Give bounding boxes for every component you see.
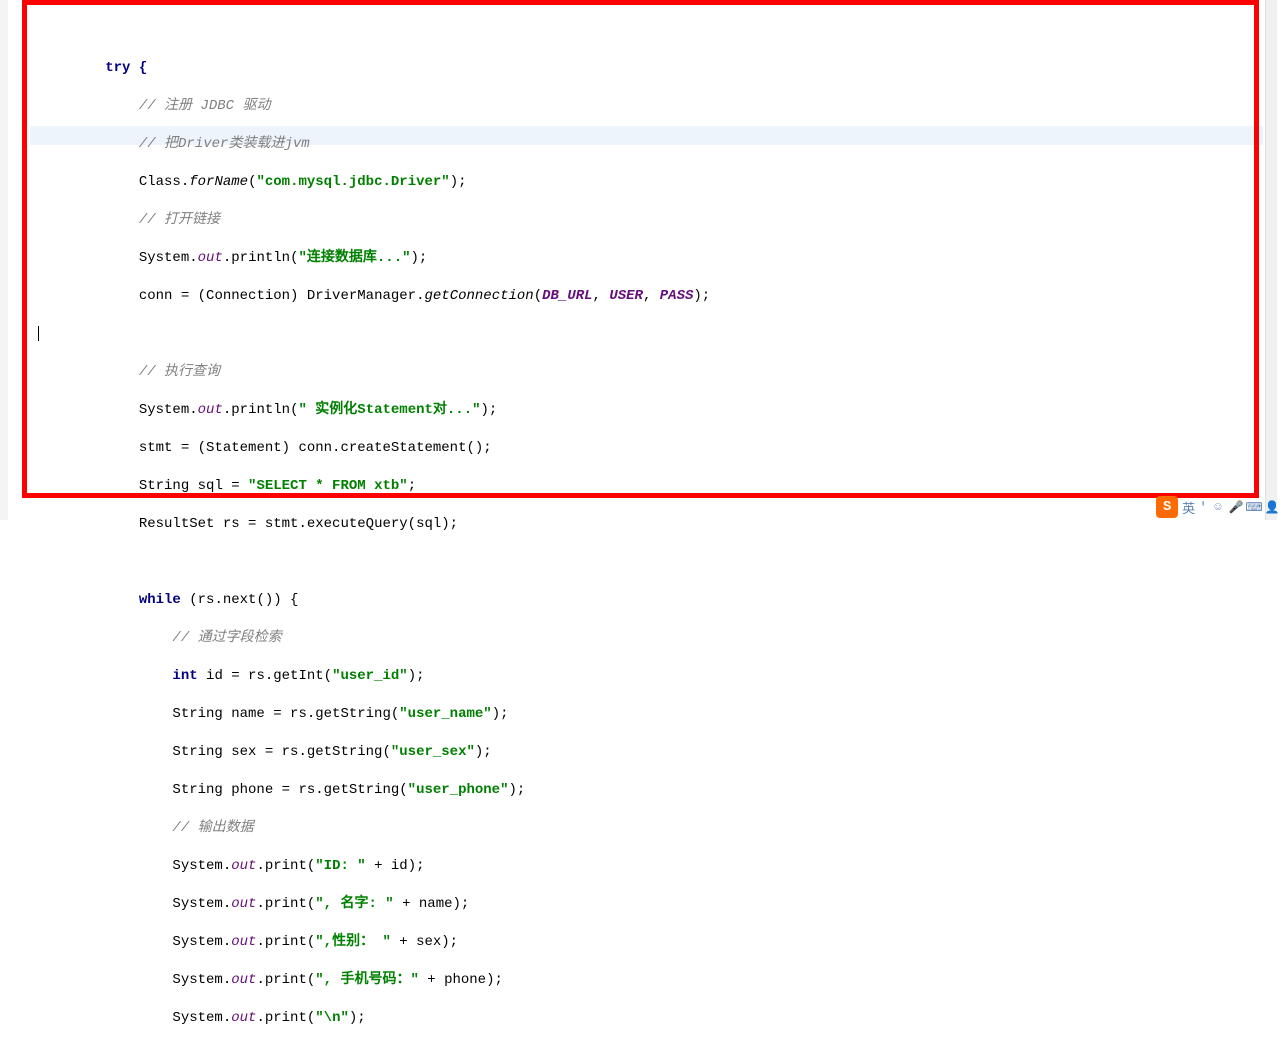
string: ",性别： " [315, 934, 391, 950]
code-text: ResultSet rs = stmt.executeQuery(sql); [139, 516, 458, 532]
code-text: System. [139, 250, 198, 266]
const: PASS [660, 288, 694, 304]
code-area[interactable]: try { // 注册 JDBC 驱动 // 把Driver类装载进jvm Cl… [0, 0, 1283, 520]
comment: // 打开链接 [139, 212, 220, 228]
code-text: ); [481, 402, 498, 418]
code-text: System. [139, 402, 198, 418]
code-text: String sql = [139, 478, 248, 494]
field-out: out [231, 1010, 256, 1026]
method: forName [189, 174, 248, 190]
string: "user_phone" [408, 782, 509, 798]
code-text: .print( [256, 896, 315, 912]
field-out: out [231, 972, 256, 988]
string: "com.mysql.jdbc.Driver" [256, 174, 449, 190]
code-text: ); [492, 706, 509, 722]
ime-toolbar[interactable]: S 英 ' ☺ 🎤 ⌨ 👤 [1152, 494, 1283, 520]
const: DB_URL [542, 288, 592, 304]
string: "连接数据库..." [298, 250, 410, 266]
code-text: , [593, 288, 610, 304]
user-icon[interactable]: 👤 [1265, 500, 1279, 514]
comment: // 把Driver类装载进jvm [139, 136, 310, 152]
keyboard-icon[interactable]: ⌨ [1247, 500, 1261, 514]
code-text: .print( [256, 1010, 315, 1026]
comment: // 通过字段检索 [172, 630, 281, 646]
string: ", 名字: " [315, 896, 393, 912]
code-text: ); [450, 174, 467, 190]
keyword-int: int [172, 668, 197, 684]
code-text: ); [509, 782, 526, 798]
code-text: Class. [139, 174, 189, 190]
code-text: stmt = (Statement) conn.createStatement(… [139, 440, 492, 456]
ime-punct-label[interactable]: ' [1199, 500, 1207, 515]
code-text: System. [172, 858, 231, 874]
code-text: ); [349, 1010, 366, 1026]
string: "SELECT * FROM xtb" [248, 478, 408, 494]
code-text: .println( [223, 250, 299, 266]
code-text: System. [172, 972, 231, 988]
code-text: ); [411, 250, 428, 266]
code-editor[interactable]: try { // 注册 JDBC 驱动 // 把Driver类装载进jvm Cl… [0, 0, 1283, 520]
code-text: + phone); [419, 972, 503, 988]
string: ", 手机号码：" [315, 972, 419, 988]
code-text: System. [172, 934, 231, 950]
code-text: .print( [256, 972, 315, 988]
code-text: .println( [223, 402, 299, 418]
ime-lang-label[interactable]: 英 [1182, 498, 1195, 517]
text-cursor [38, 326, 39, 341]
field-out: out [231, 858, 256, 874]
string: "\n" [315, 1010, 349, 1026]
string: "user_id" [332, 668, 408, 684]
code-text: conn = (Connection) DriverManager. [139, 288, 425, 304]
code-text: .print( [256, 934, 315, 950]
code-text: String name = rs.getString( [172, 706, 399, 722]
field-out: out [231, 896, 256, 912]
code-text: String sex = rs.getString( [172, 744, 390, 760]
mic-icon[interactable]: 🎤 [1229, 500, 1243, 514]
keyword-while: while [139, 592, 181, 608]
code-text: ); [693, 288, 710, 304]
code-text: System. [172, 1010, 231, 1026]
code-text: ); [408, 668, 425, 684]
string: " 实例化Statement对..." [298, 402, 480, 418]
string: "user_sex" [391, 744, 475, 760]
smiley-icon[interactable]: ☺ [1211, 500, 1225, 514]
keyword-try: try { [105, 60, 147, 76]
code-text: (rs.next()) { [181, 592, 299, 608]
field-out: out [198, 402, 223, 418]
string: "user_name" [399, 706, 491, 722]
const: USER [609, 288, 643, 304]
method: getConnection [424, 288, 533, 304]
code-text: ); [475, 744, 492, 760]
field-out: out [198, 250, 223, 266]
code-text: + sex); [391, 934, 458, 950]
code-text: String phone = rs.getString( [172, 782, 407, 798]
comment: // 输出数据 [172, 820, 253, 836]
code-text: .print( [256, 858, 315, 874]
field-out: out [231, 934, 256, 950]
code-text: , [643, 288, 660, 304]
code-text: System. [172, 896, 231, 912]
comment: // 执行查询 [139, 364, 220, 380]
sogou-logo-icon[interactable]: S [1156, 496, 1178, 518]
string: "ID: " [315, 858, 365, 874]
code-text: + id); [366, 858, 425, 874]
code-text: + name); [394, 896, 470, 912]
code-text: id = rs.getInt( [198, 668, 332, 684]
comment: // 注册 JDBC 驱动 [139, 98, 271, 114]
